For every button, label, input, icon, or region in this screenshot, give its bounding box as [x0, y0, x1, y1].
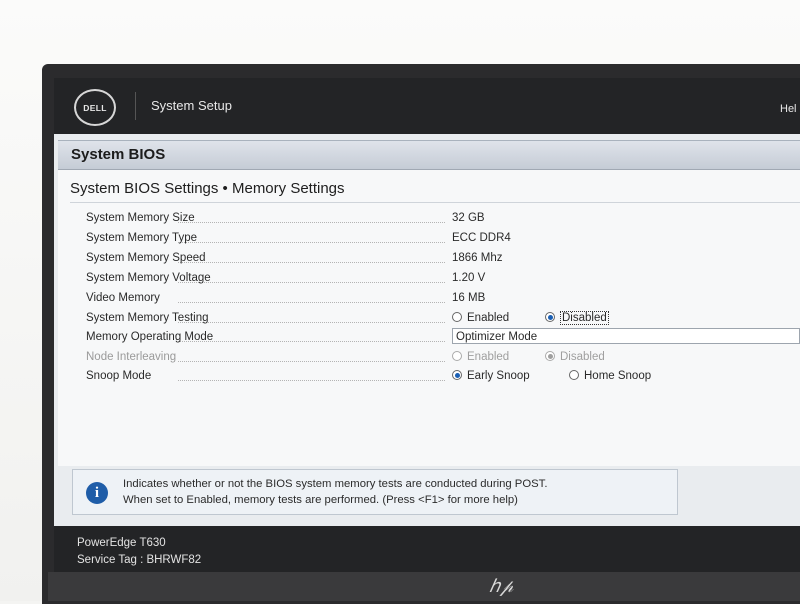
setting-row-video-memory: Video Memory 16 MB	[58, 289, 800, 309]
setting-row-snoop-mode: Snoop Mode Early Snoop Home Snoop	[58, 367, 800, 387]
monitor-bottom-bezel	[48, 572, 800, 601]
snoop-mode-early-radio[interactable]: Early Snoop	[452, 370, 530, 382]
help-link[interactable]: Hel	[780, 103, 797, 115]
setting-label: Node Interleaving	[86, 351, 177, 363]
app-title: System Setup	[151, 98, 232, 113]
help-line-1: Indicates whether or not the BIOS system…	[123, 478, 548, 490]
top-bar: DELL System Setup Hel	[54, 78, 800, 134]
node-interleaving-enabled-radio: Enabled	[452, 351, 509, 363]
setting-label: System Memory Testing	[86, 312, 209, 324]
help-panel: i Indicates whether or not the BIOS syst…	[72, 469, 678, 515]
memory-testing-enabled-radio[interactable]: Enabled	[452, 312, 509, 324]
setting-row-memory-voltage: System Memory Voltage 1.20 V	[58, 269, 800, 289]
radio-on-icon	[545, 351, 555, 361]
bios-screen: DELL System Setup Hel System BIOS System…	[54, 78, 800, 572]
radio-on-icon	[452, 370, 462, 380]
section-header: System BIOS	[58, 140, 800, 170]
setting-value: 1866 Mhz	[452, 252, 503, 264]
radio-label: Enabled	[467, 351, 510, 363]
radio-on-icon	[545, 312, 555, 322]
radio-off-icon	[452, 351, 462, 361]
topbar-separator	[135, 92, 136, 120]
info-icon: i	[86, 482, 108, 504]
setting-row-node-interleaving: Node Interleaving Enabled Disabled	[58, 348, 800, 368]
setting-value: 32 GB	[452, 212, 485, 224]
radio-label: Disabled	[560, 311, 609, 325]
node-interleaving-disabled-radio: Disabled	[545, 351, 605, 363]
radio-label: Enabled	[467, 312, 510, 324]
page-title: System BIOS Settings • Memory Settings	[70, 180, 345, 197]
radio-label: Disabled	[560, 351, 605, 363]
setting-label: System Memory Voltage	[86, 272, 211, 284]
setting-label: System Memory Size	[86, 212, 195, 224]
radio-off-icon	[452, 312, 462, 322]
setting-row-memory-speed: System Memory Speed 1866 Mhz	[58, 249, 800, 269]
setting-row-memory-testing: System Memory Testing Enabled Disabled	[58, 309, 800, 329]
model-name: PowerEdge T630	[77, 537, 166, 549]
radio-label: Early Snoop	[467, 370, 530, 382]
setting-label: Memory Operating Mode	[86, 331, 214, 343]
title-divider	[70, 202, 800, 203]
setting-value: 1.20 V	[452, 272, 486, 284]
snoop-mode-home-radio[interactable]: Home Snoop	[569, 370, 651, 382]
setting-label: Snoop Mode	[86, 370, 152, 382]
settings-panel: System BIOS Settings • Memory Settings S…	[58, 170, 800, 466]
setting-label: System Memory Type	[86, 232, 197, 244]
setting-value: ECC DDR4	[452, 232, 511, 244]
operating-mode-select[interactable]: Optimizer Mode	[452, 328, 800, 344]
radio-off-icon	[569, 370, 579, 380]
setting-row-operating-mode: Memory Operating Mode Optimizer Mode	[58, 328, 800, 348]
setting-row-memory-size: System Memory Size 32 GB	[58, 209, 800, 229]
setting-label: Video Memory	[86, 292, 160, 304]
footer-bar: PowerEdge T630 Service Tag : BHRWF82	[54, 526, 800, 572]
radio-label: Home Snoop	[584, 370, 652, 382]
setting-label: System Memory Speed	[86, 252, 206, 264]
setting-row-memory-type: System Memory Type ECC DDR4	[58, 229, 800, 249]
setting-value: 16 MB	[452, 292, 486, 304]
service-tag: Service Tag : BHRWF82	[77, 554, 202, 566]
memory-testing-disabled-radio[interactable]: Disabled	[545, 311, 609, 325]
dell-logo-icon: DELL	[74, 89, 116, 126]
help-line-2: When set to Enabled, memory tests are pe…	[123, 494, 518, 506]
hp-logo-icon: ℎ𝓅	[489, 576, 514, 596]
section-title: System BIOS	[71, 146, 166, 163]
help-text: Indicates whether or not the BIOS system…	[123, 476, 668, 508]
